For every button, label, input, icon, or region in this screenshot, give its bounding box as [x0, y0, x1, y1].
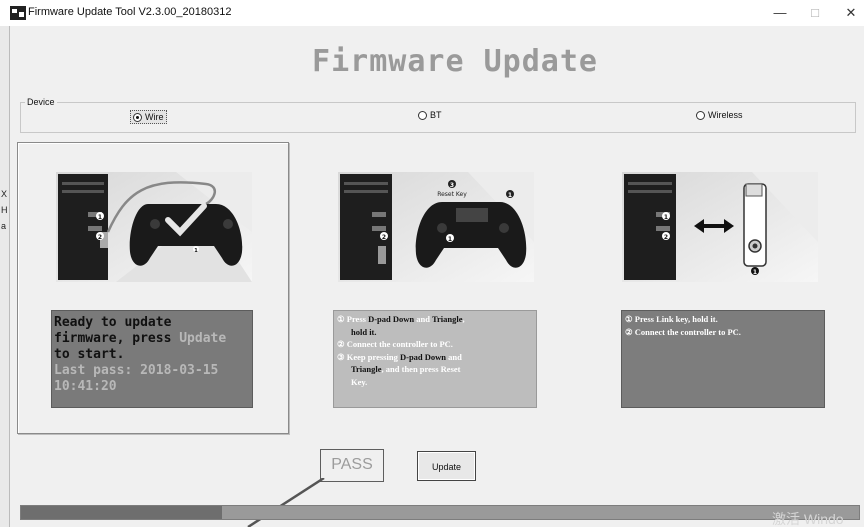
usb-port-2-label: 2: [664, 234, 668, 241]
bt-connection-illustration: 3 Reset Key 1 1 2: [338, 172, 534, 282]
step-number: ②: [337, 339, 347, 349]
last-pass-label: Last pass: 2018-03-15: [54, 363, 219, 378]
radio-wireless[interactable]: Wireless: [696, 110, 743, 120]
instruction-step: Key.: [337, 376, 533, 389]
step-text: Connect the controller to PC.: [346, 339, 453, 349]
step-text: Press: [346, 314, 369, 324]
step-text: Reset: [440, 364, 461, 374]
wire-status-box: Ready to update firmware, press Update t…: [51, 310, 253, 408]
app-icon: [10, 6, 26, 20]
radio-bt-label: BT: [430, 110, 442, 120]
step-text: and: [414, 314, 432, 324]
background-window-glyphs: X H a: [1, 186, 9, 234]
usb-port-1-label: 1: [98, 214, 102, 221]
progress-bar: [20, 505, 860, 520]
radio-unselected-icon: [696, 110, 705, 120]
instruction-step: ② Connect the controller to PC.: [337, 338, 533, 351]
title-bar: Firmware Update Tool V2.3.00_20180312 — …: [0, 0, 866, 26]
bt-instructions-box: ① Press D-pad Down and Triangle, hold it.…: [333, 310, 537, 408]
reset-key-label: Reset Key: [437, 191, 467, 198]
device-group-label: Device: [25, 97, 57, 107]
usb-port-1-label: 1: [664, 214, 668, 221]
radio-wire-label: Wire: [145, 112, 164, 122]
step-text: Key.: [351, 376, 368, 387]
radio-wire[interactable]: Wire: [130, 110, 167, 124]
step-keyword: D-pad Down: [368, 314, 415, 324]
instruction-step: ① Press Link key, hold it.: [625, 313, 821, 326]
sliver-glyph: a: [1, 221, 7, 231]
activation-watermark: 激活 Windo: [772, 511, 844, 527]
status-line: Ready to update: [54, 315, 172, 330]
step-text: ,: [462, 314, 465, 324]
radio-bt[interactable]: BT: [418, 110, 442, 120]
minimize-button[interactable]: —: [767, 4, 793, 22]
step-number: ①: [625, 314, 633, 324]
instruction-step: ③ Keep pressing D-pad Down and: [337, 351, 533, 364]
update-button[interactable]: Update: [417, 451, 476, 481]
instruction-step: hold it.: [337, 326, 533, 339]
step-number: ①: [337, 314, 347, 324]
step-keyword: Triangle: [431, 314, 463, 324]
background-window-sliver: [0, 26, 10, 527]
step-text: Press Link key, hold it.: [634, 314, 718, 324]
controller-marker-label: 1: [194, 248, 198, 254]
status-line: firmware, press: [54, 331, 180, 346]
instruction-step: ② Connect the controller to PC.: [625, 326, 821, 339]
page-title: Firmware Update: [312, 44, 598, 79]
step-text: Connect the controller to PC.: [634, 326, 741, 337]
step-number: ③: [337, 351, 347, 362]
step-text: , and then press: [381, 364, 441, 374]
step-text: and: [446, 351, 462, 362]
usb-port-2-label: 2: [98, 234, 102, 241]
progress-fill: [21, 506, 223, 519]
sliver-glyph: X: [1, 189, 8, 199]
step-keyword: hold it.: [351, 326, 377, 337]
close-button[interactable]: ✕: [838, 4, 864, 22]
wireless-instructions-box: ① Press Link key, hold it. ② Connect the…: [621, 310, 825, 408]
radio-unselected-icon: [418, 110, 427, 120]
step3-marker-label: 3: [450, 182, 454, 189]
wire-connection-illustration: 1 2 1: [56, 172, 252, 282]
sliver-glyph: H: [1, 205, 8, 215]
wireless-connection-illustration: 1 2 1: [622, 172, 818, 282]
step1-marker-label: 1: [508, 192, 512, 199]
usb-port-2-label: 2: [382, 234, 386, 241]
last-pass-time: 10:41:20: [54, 379, 117, 394]
instruction-step: Triangle, and then press Reset: [337, 363, 533, 376]
step-keyword: Triangle: [351, 364, 382, 374]
maximize-button[interactable]: □: [802, 4, 828, 22]
step-keyword: D-pad Down: [399, 351, 447, 362]
radio-wireless-label: Wireless: [708, 110, 743, 120]
instruction-step: ① Press D-pad Down and Triangle,: [337, 313, 533, 326]
step-number: ②: [625, 326, 633, 337]
dongle-marker-label: 1: [753, 269, 757, 276]
status-line: to start.: [54, 347, 125, 362]
radio-selected-icon: [133, 112, 142, 122]
window-title: Firmware Update Tool V2.3.00_20180312: [28, 6, 232, 18]
status-update-keyword: Update: [179, 331, 227, 346]
step-text: Keep pressing: [346, 351, 400, 362]
controller-marker-label: 1: [448, 236, 452, 243]
